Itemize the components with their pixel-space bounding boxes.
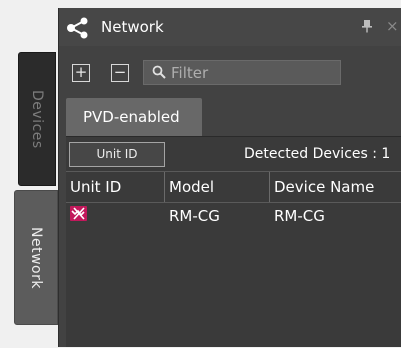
filter-input[interactable] [171,63,331,82]
expand-all-button[interactable]: + [72,64,90,82]
cell-device-name: RM-CG [274,207,325,225]
network-panel: Network × + − PVD-enabled Unit ID Detect… [58,8,401,347]
side-tab-devices[interactable]: Devices [18,52,56,186]
close-icon[interactable]: × [386,17,399,35]
device-list-area: Unit ID Detected Devices : 1 Unit ID Mod… [66,136,401,347]
search-icon [152,65,166,79]
column-header-model[interactable]: Model [165,172,270,202]
cell-model: RM-CG [169,207,220,225]
device-error-icon [70,206,87,221]
tab-pvd-enabled[interactable]: PVD-enabled [66,98,202,136]
side-tab-strip: Devices Network [0,0,58,347]
detected-devices-count: Detected Devices : 1 [244,146,391,162]
network-nodes-icon [67,17,88,39]
filter-field[interactable] [143,60,341,85]
table-header-row: Unit ID Model Device Name [66,171,401,203]
panel-title: Network [101,18,164,36]
device-table: Unit ID Model Device Name RM-CG RM-CG [66,171,401,348]
table-row[interactable]: RM-CG RM-CG [66,203,401,229]
unit-id-button[interactable]: Unit ID [69,142,165,167]
column-header-unit-id[interactable]: Unit ID [66,172,165,202]
panel-title-bar: Network × [59,8,401,46]
pin-icon[interactable] [361,19,373,33]
collapse-all-button[interactable]: − [111,64,129,82]
column-header-device-name[interactable]: Device Name [270,172,401,202]
side-tab-devices-label: Devices [29,89,45,149]
tab-pvd-enabled-label: PVD-enabled [83,108,180,126]
side-tab-network-label: Network [28,226,44,289]
side-tab-network[interactable]: Network [14,190,58,325]
